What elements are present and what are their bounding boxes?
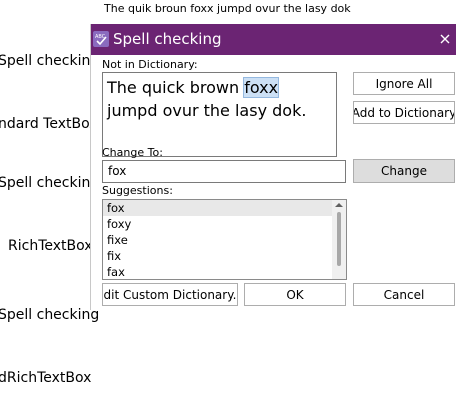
dialog-title: Spell checking	[113, 30, 222, 48]
suggestion-item[interactable]: foxy	[103, 216, 333, 232]
ok-button[interactable]: OK	[244, 283, 346, 306]
label-line: dRichTextBox	[0, 370, 92, 386]
sentence-after: jumpd ovur the lasy dok.	[107, 101, 307, 120]
ignore-all-button[interactable]: Ignore All	[353, 72, 455, 95]
edit-custom-dictionary-button[interactable]: Edit Custom Dictionary...	[102, 283, 238, 306]
background-sample-text: The quik broun foxx jumpd ovur the lasy …	[104, 2, 351, 15]
label-line: RichTextBox	[8, 238, 93, 254]
suggestions-label: Suggestions:	[102, 184, 173, 197]
suggestion-item[interactable]: fix	[103, 248, 333, 264]
scrollbar-thumb[interactable]	[337, 212, 341, 266]
suggestion-item[interactable]: fox	[103, 200, 333, 216]
close-icon	[440, 34, 450, 44]
label-line: Spell checking	[0, 175, 100, 191]
close-button[interactable]	[433, 28, 456, 50]
suggestions-list[interactable]: fox foxy fixe fix fax	[102, 199, 347, 280]
suggestions-scrollbar[interactable]	[332, 200, 346, 279]
cancel-button[interactable]: Cancel	[353, 283, 455, 306]
not-in-dictionary-label: Not in Dictionary:	[102, 58, 198, 71]
background-label-richtextbox: Spell checking RichTextBox	[0, 131, 99, 278]
suggestion-item[interactable]: fixe	[103, 232, 333, 248]
spell-check-dialog: ABC Spell checking Not in Dictionary: Th…	[90, 24, 456, 310]
spellcheck-app-icon: ABC	[93, 31, 109, 47]
add-to-dictionary-button[interactable]: Add to Dictionary	[353, 101, 455, 124]
misspelled-word: foxx	[243, 77, 280, 98]
suggestion-item[interactable]: fax	[103, 264, 333, 279]
dialog-titlebar[interactable]: ABC Spell checking	[91, 24, 456, 55]
sentence-before: The quick brown	[107, 78, 245, 97]
label-line: Spell checking	[0, 307, 100, 323]
change-button[interactable]: Change	[353, 159, 455, 183]
background-label-drichtextbox: Spell checking dRichTextBox	[0, 263, 99, 410]
scroll-up-icon[interactable]	[335, 203, 343, 207]
change-to-input[interactable]: fox	[102, 160, 346, 183]
misspelled-sentence-panel[interactable]: The quick brown foxx jumpd ovur the lasy…	[102, 72, 337, 157]
change-to-label: Change To:	[102, 146, 163, 159]
label-line: Spell checking	[0, 53, 100, 69]
